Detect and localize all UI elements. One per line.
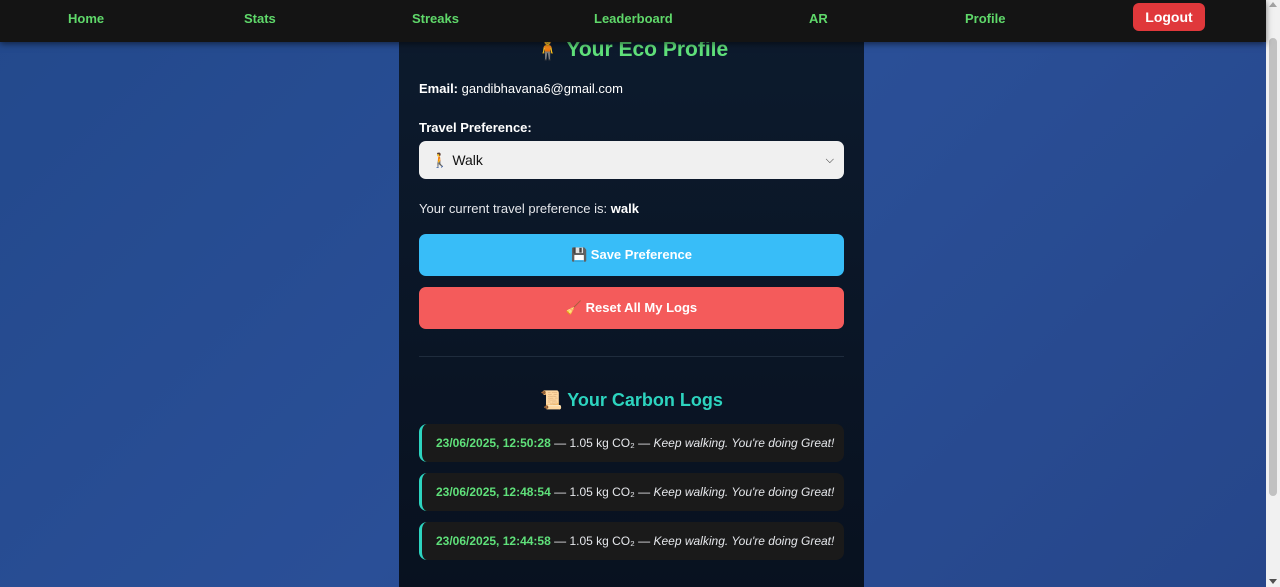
nav-stats-link[interactable]: Stats [244,11,276,26]
email-line: Email: gandibhavana6@gmail.com [419,81,623,96]
log-amount: — 1.05 kg CO₂ — [554,436,651,450]
travel-preference-label: Travel Preference: [419,120,532,135]
current-preference-value: walk [610,201,639,216]
logout-button[interactable]: Logout [1133,3,1205,31]
nav-ar-link[interactable]: AR [809,11,828,26]
log-message: Keep walking. You're doing Great! [653,436,835,450]
profile-card: 🧍 Your Eco Profile Email: gandibhavana6@… [399,0,864,587]
email-label: Email: [419,81,459,96]
chevron-down-icon: ⌵ [825,154,834,166]
log-date: 23/06/2025, 12:48:54 [436,485,551,499]
current-preference-text: Your current travel preference is: walk [419,201,639,216]
divider [419,356,844,357]
travel-preference-select[interactable]: 🚶 Walk ⌵ [419,141,844,179]
reset-logs-button[interactable]: 🧹 Reset All My Logs [419,287,844,329]
carbon-logs-title: 📜 Your Carbon Logs [540,390,723,410]
scroll-down-arrow-icon[interactable] [1269,579,1277,584]
page-scrollbar[interactable] [1266,0,1280,587]
log-amount: — 1.05 kg CO₂ — [554,534,651,548]
nav-home-link[interactable]: Home [68,11,104,26]
log-message: Keep walking. You're doing Great! [653,534,835,548]
selected-option: 🚶 Walk [431,152,483,168]
navbar: Home Stats Streaks Leaderboard AR Profil… [0,0,1266,42]
current-preference-label: Your current travel preference is: [419,201,608,216]
nav-profile-link[interactable]: Profile [965,11,1005,26]
save-preference-button[interactable]: 💾 Save Preference [419,234,844,276]
nav-leaderboard-link[interactable]: Leaderboard [594,11,673,26]
log-amount: — 1.05 kg CO₂ — [554,485,651,499]
email-value: gandibhavana6@gmail.com [461,81,623,96]
scrollbar-thumb[interactable] [1269,38,1277,496]
nav-streaks-link[interactable]: Streaks [412,11,459,26]
scroll-up-arrow-icon[interactable] [1269,2,1277,7]
log-date: 23/06/2025, 12:50:28 [436,436,551,450]
log-message: Keep walking. You're doing Great! [653,485,835,499]
log-entry: 23/06/2025, 12:50:28 — 1.05 kg CO₂ — Kee… [419,424,844,462]
log-entry: 23/06/2025, 12:48:54 — 1.05 kg CO₂ — Kee… [419,473,844,511]
log-date: 23/06/2025, 12:44:58 [436,534,551,548]
log-entry: 23/06/2025, 12:44:58 — 1.05 kg CO₂ — Kee… [419,522,844,560]
